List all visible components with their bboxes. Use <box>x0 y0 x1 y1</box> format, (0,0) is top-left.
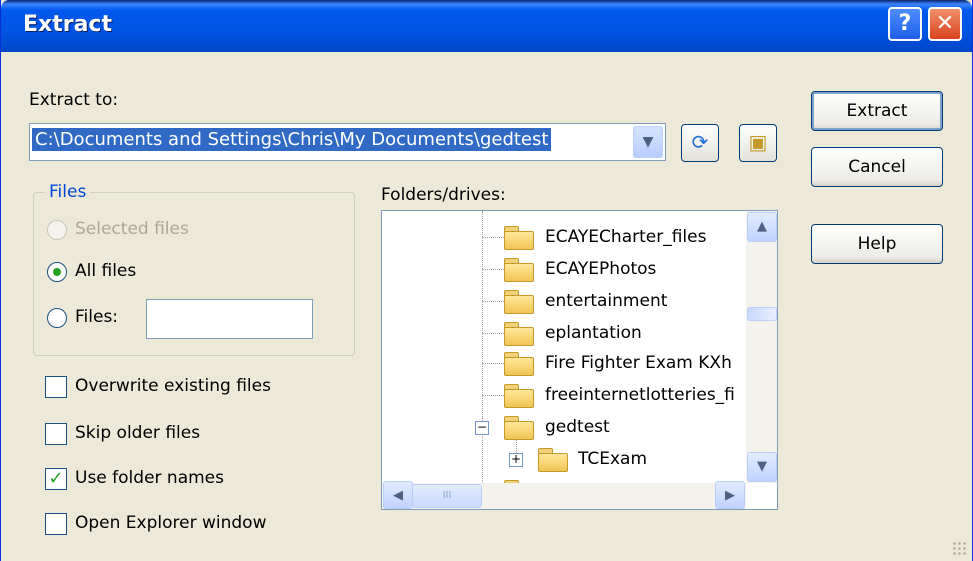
tree-item-label: eplantation <box>545 323 642 343</box>
scroll-up-icon[interactable]: ▲ <box>747 212 777 242</box>
folder-icon <box>504 258 534 282</box>
folder-icon <box>504 384 534 408</box>
horizontal-scroll-thumb[interactable]: III <box>412 484 482 508</box>
tree-item-label: Fire Fighter Exam KXh <box>545 353 732 373</box>
scroll-right-icon[interactable]: ▶ <box>715 481 745 509</box>
close-button[interactable]: ✕ <box>928 7 962 41</box>
radio-all-files-label: All files <box>75 261 137 281</box>
tree-item-label: entertainment <box>545 291 668 311</box>
tree-item-freeinternetlotteries[interactable]: freeinternetlotteries_fi <box>382 380 746 410</box>
folder-tree[interactable]: ECAYECharter_files ECAYEPhotos entertain… <box>381 210 778 510</box>
title-bar[interactable]: Extract ? ✕ <box>1 0 972 52</box>
new-folder-button[interactable]: ▣ <box>739 124 777 162</box>
vertical-scrollbar[interactable]: ▲ ▼ <box>746 211 777 483</box>
cancel-button[interactable]: Cancel <box>811 147 943 187</box>
help-button[interactable]: Help <box>811 224 943 264</box>
tree-item-gedtest[interactable]: − gedtest <box>382 412 746 442</box>
checkbox-overwrite[interactable] <box>45 376 67 398</box>
radio-selected-files[interactable] <box>47 220 67 240</box>
checkbox-skip-older[interactable] <box>45 423 67 445</box>
vertical-scroll-thumb[interactable] <box>747 307 777 321</box>
files-group-title: Files <box>45 182 91 202</box>
new-folder-icon: ▣ <box>748 130 768 154</box>
collapse-icon[interactable]: − <box>475 421 489 435</box>
window-title: Extract <box>23 12 112 37</box>
files-mask-input[interactable] <box>146 299 313 339</box>
tree-item-entertainment[interactable]: entertainment <box>382 286 746 316</box>
tree-item-label: ECAYEPhotos <box>545 259 657 279</box>
radio-files[interactable] <box>47 308 67 328</box>
folder-icon <box>504 226 534 250</box>
scroll-left-icon[interactable]: ◀ <box>383 481 413 509</box>
checkbox-open-explorer-label: Open Explorer window <box>75 513 267 533</box>
horizontal-scrollbar[interactable]: ◀ III ▶ <box>382 481 746 509</box>
checkbox-open-explorer[interactable] <box>45 513 67 535</box>
folder-icon <box>504 322 534 346</box>
folder-icon <box>504 290 534 314</box>
extract-to-label: Extract to: <box>29 90 119 110</box>
tree-item-label: ECAYECharter_files <box>545 227 707 247</box>
open-folder-icon <box>504 416 534 440</box>
browse-folder-button[interactable]: ⟳ <box>681 124 719 162</box>
tree-item-ecayephotos[interactable]: ECAYEPhotos <box>382 254 746 284</box>
extract-path-value[interactable]: C:\Documents and Settings\Chris\My Docum… <box>32 128 552 151</box>
tree-item-eplantation[interactable]: eplantation <box>382 318 746 348</box>
radio-all-files[interactable] <box>47 262 67 282</box>
tree-item-ecayecharter-files[interactable]: ECAYECharter_files <box>382 222 746 252</box>
radio-files-label: Files: <box>75 307 119 327</box>
resize-grip-icon[interactable] <box>952 541 966 555</box>
tree-item-label: freeinternetlotteries_fi <box>545 385 735 405</box>
question-icon: ? <box>898 11 912 36</box>
checkbox-skip-older-label: Skip older files <box>75 423 201 443</box>
folder-icon <box>504 352 534 376</box>
tree-item-fire-fighter-exam[interactable]: Fire Fighter Exam KXh <box>382 348 746 378</box>
chevron-down-icon[interactable]: ▼ <box>633 126 663 158</box>
tree-item-label: TCExam <box>578 449 648 469</box>
tree-item-label: gedtest <box>545 417 610 437</box>
extract-path-combobox[interactable]: C:\Documents and Settings\Chris\My Docum… <box>29 123 666 161</box>
extract-button[interactable]: Extract <box>811 91 943 131</box>
checkbox-use-folder-names[interactable]: ✓ <box>45 468 67 490</box>
checkbox-overwrite-label: Overwrite existing files <box>75 376 271 396</box>
extract-dialog: Extract ? ✕ Extract to: C:\Documents and… <box>0 0 973 561</box>
radio-selected-files-label: Selected files <box>75 219 189 239</box>
expand-icon[interactable]: + <box>509 453 523 467</box>
close-x-icon: ✕ <box>935 11 955 36</box>
scroll-down-icon[interactable]: ▼ <box>747 452 777 482</box>
folder-icon <box>538 448 568 472</box>
tree-item-tcexam[interactable]: + TCExam <box>382 444 746 474</box>
folders-drives-label: Folders/drives: <box>381 185 506 205</box>
folder-up-arrow-icon: ⟳ <box>691 130 709 154</box>
checkbox-use-folder-names-label: Use folder names <box>75 468 224 488</box>
help-title-button[interactable]: ? <box>888 7 922 41</box>
